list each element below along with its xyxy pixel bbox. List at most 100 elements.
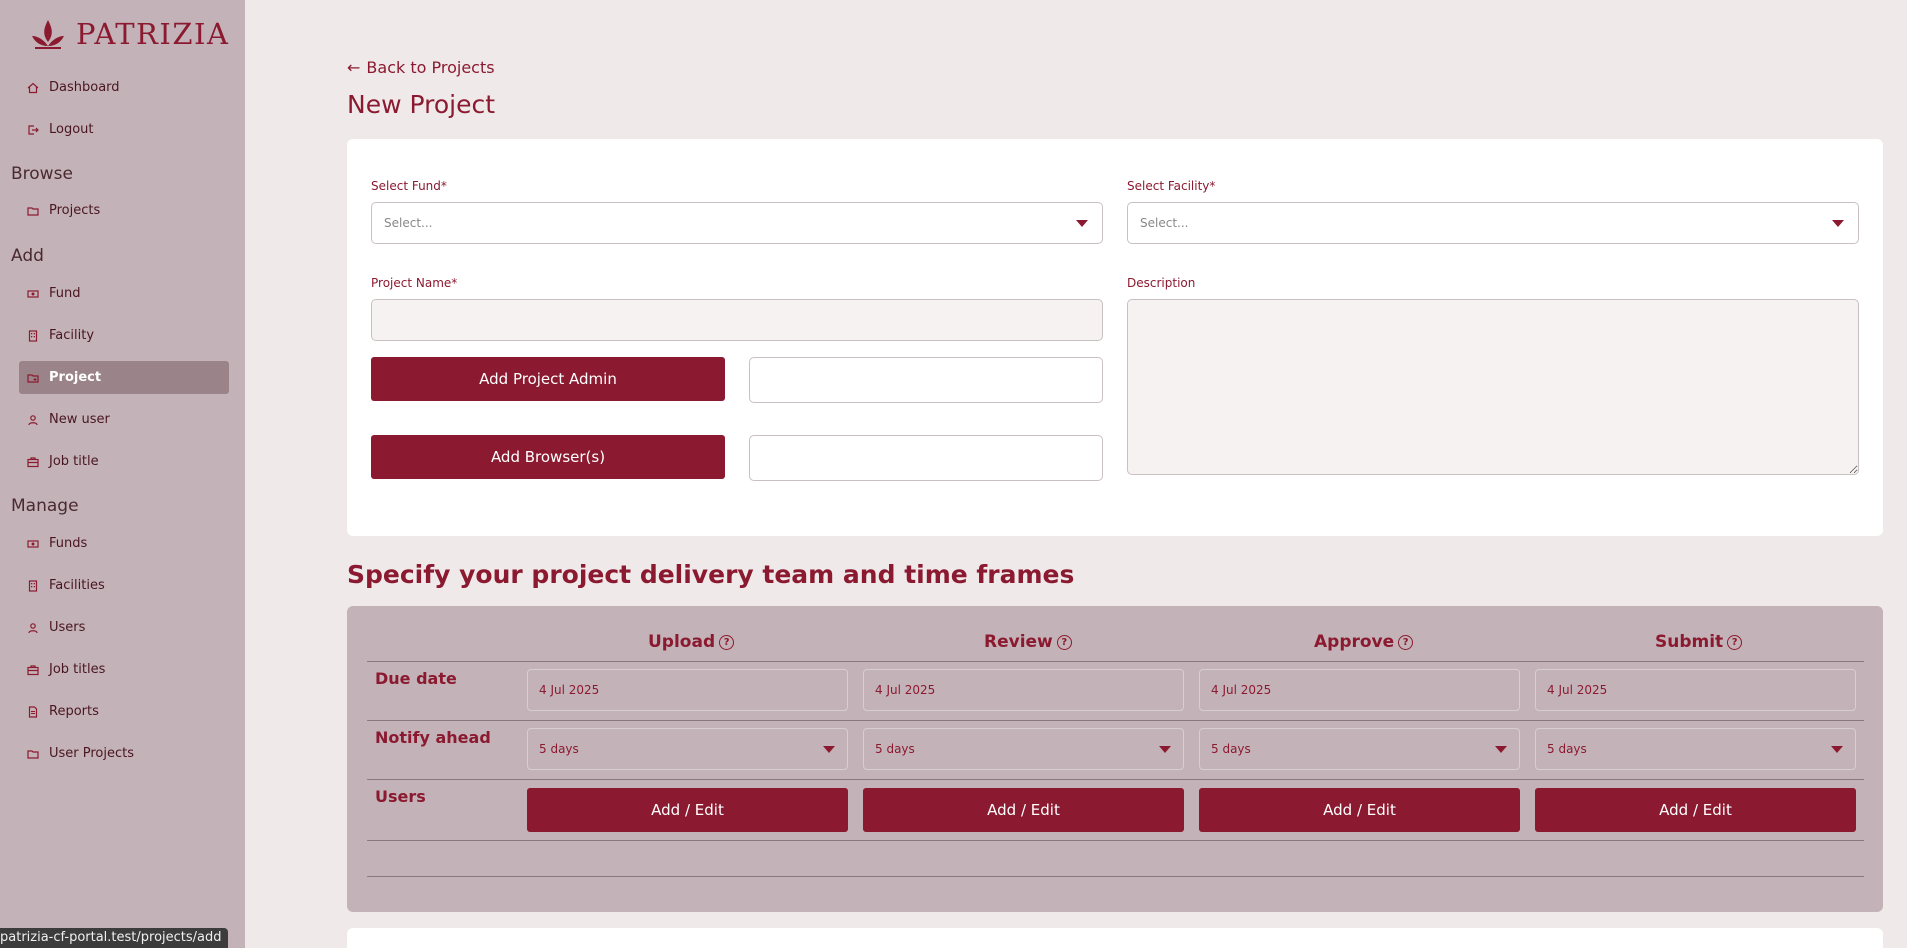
column-label: Submit bbox=[1655, 632, 1724, 652]
chevron-down-icon bbox=[823, 746, 835, 753]
browsers-input[interactable] bbox=[749, 435, 1103, 481]
briefcase-icon bbox=[27, 456, 39, 467]
help-icon[interactable]: ? bbox=[1056, 634, 1072, 650]
sidebar-item-funds[interactable]: Funds bbox=[19, 527, 229, 560]
back-to-projects-link[interactable]: ← Back to Projects bbox=[347, 58, 495, 77]
sidebar-item-facility[interactable]: Facility bbox=[19, 319, 229, 352]
sidebar-item-facilities[interactable]: Facilities bbox=[19, 569, 229, 602]
sidebar-item-users[interactable]: Users bbox=[19, 611, 229, 644]
folder-icon bbox=[27, 206, 39, 216]
submit-notify-select[interactable]: 5 days bbox=[1535, 728, 1856, 770]
home-icon bbox=[27, 82, 39, 93]
sidebar-item-label: Job titles bbox=[49, 662, 106, 677]
next-card bbox=[347, 928, 1883, 948]
add-browsers-button[interactable]: Add Browser(s) bbox=[371, 435, 725, 479]
project-admin-input[interactable] bbox=[749, 357, 1103, 403]
col-head-review: Review ? bbox=[984, 632, 1072, 652]
money-icon bbox=[27, 289, 39, 298]
chevron-down-icon bbox=[1831, 746, 1843, 753]
approve-due-date-input[interactable]: 4 Jul 2025 bbox=[1199, 669, 1520, 711]
chevron-down-icon bbox=[1832, 220, 1844, 227]
brand-name: PATRIZIA bbox=[76, 17, 230, 51]
sidebar-item-logout[interactable]: Logout bbox=[19, 113, 229, 146]
sidebar-item-label: New user bbox=[49, 412, 110, 427]
notify-ahead-label: Notify ahead bbox=[375, 728, 491, 747]
building-icon bbox=[28, 579, 38, 592]
upload-notify-select[interactable]: 5 days bbox=[527, 728, 848, 770]
sidebar-item-label: Facility bbox=[49, 328, 95, 343]
folder-plus-icon bbox=[27, 373, 39, 383]
facility-select-placeholder: Select... bbox=[1140, 216, 1189, 230]
delivery-team-panel: Upload ? Review ? Approve ? Submit ? Due… bbox=[347, 606, 1883, 912]
sidebar-item-label: Dashboard bbox=[49, 80, 120, 95]
folder-icon bbox=[27, 749, 39, 759]
chevron-down-icon bbox=[1076, 220, 1088, 227]
project-name-input[interactable] bbox=[371, 299, 1103, 341]
user-icon bbox=[28, 414, 38, 425]
help-icon[interactable]: ? bbox=[719, 634, 735, 650]
briefcase-icon bbox=[27, 664, 39, 675]
sidebar-item-projects[interactable]: Projects bbox=[19, 194, 229, 227]
sidebar-section-manage: Manage bbox=[11, 496, 79, 516]
notify-value: 5 days bbox=[539, 742, 579, 756]
column-label: Approve bbox=[1314, 632, 1395, 652]
add-project-admin-button[interactable]: Add Project Admin bbox=[371, 357, 725, 401]
sidebar-item-user-projects[interactable]: User Projects bbox=[19, 737, 229, 770]
sidebar-item-new-user[interactable]: New user bbox=[19, 403, 229, 436]
sidebar-item-label: Projects bbox=[49, 203, 101, 218]
document-icon bbox=[28, 705, 38, 718]
help-icon[interactable]: ? bbox=[1398, 634, 1414, 650]
sidebar-item-label: Project bbox=[49, 370, 102, 385]
chevron-down-icon bbox=[1495, 746, 1507, 753]
sidebar-section-add: Add bbox=[11, 246, 44, 266]
project-name-label: Project Name* bbox=[371, 276, 458, 290]
user-icon bbox=[28, 622, 38, 633]
description-textarea[interactable] bbox=[1127, 299, 1859, 475]
delivery-team-title: Specify your project delivery team and t… bbox=[347, 560, 1075, 589]
review-notify-select[interactable]: 5 days bbox=[863, 728, 1184, 770]
column-label: Upload bbox=[648, 632, 716, 652]
upload-users-button[interactable]: Add / Edit bbox=[527, 788, 848, 832]
sidebar-item-label: Logout bbox=[49, 122, 94, 137]
submit-due-date-input[interactable]: 4 Jul 2025 bbox=[1535, 669, 1856, 711]
approve-users-button[interactable]: Add / Edit bbox=[1199, 788, 1520, 832]
sidebar-item-job-title[interactable]: Job title bbox=[19, 445, 229, 478]
sidebar-item-label: Users bbox=[49, 620, 86, 635]
logout-icon bbox=[28, 124, 39, 135]
sidebar-item-fund[interactable]: Fund bbox=[19, 277, 229, 310]
page-title: New Project bbox=[347, 90, 496, 119]
sidebar-item-reports[interactable]: Reports bbox=[19, 695, 229, 728]
fund-select[interactable]: Select... bbox=[371, 202, 1103, 244]
upload-due-date-input[interactable]: 4 Jul 2025 bbox=[527, 669, 848, 711]
approve-notify-select[interactable]: 5 days bbox=[1199, 728, 1520, 770]
notify-value: 5 days bbox=[875, 742, 915, 756]
sidebar-section-browse: Browse bbox=[11, 164, 73, 184]
row-divider bbox=[367, 876, 1864, 877]
fund-select-placeholder: Select... bbox=[384, 216, 433, 230]
sidebar-item-label: Fund bbox=[49, 286, 81, 301]
patrizia-logo-icon bbox=[32, 20, 64, 49]
row-divider bbox=[367, 661, 1864, 662]
col-head-approve: Approve ? bbox=[1314, 632, 1414, 652]
sidebar-item-project[interactable]: Project bbox=[19, 361, 229, 394]
project-form-card: Select Fund* Select... Select Facility* … bbox=[347, 139, 1883, 536]
review-due-date-input[interactable]: 4 Jul 2025 bbox=[863, 669, 1184, 711]
col-head-submit: Submit ? bbox=[1655, 632, 1743, 652]
sidebar-item-label: Reports bbox=[49, 704, 99, 719]
back-link-label: Back to Projects bbox=[366, 58, 495, 77]
help-icon[interactable]: ? bbox=[1727, 634, 1743, 650]
status-bar-url: patrizia-cf-portal.test/projects/add bbox=[0, 928, 228, 948]
row-divider bbox=[367, 840, 1864, 841]
sidebar-item-dashboard[interactable]: Dashboard bbox=[19, 71, 229, 104]
description-label: Description bbox=[1127, 276, 1196, 290]
review-users-button[interactable]: Add / Edit bbox=[863, 788, 1184, 832]
users-label: Users bbox=[375, 787, 426, 806]
sidebar-item-job-titles[interactable]: Job titles bbox=[19, 653, 229, 686]
submit-users-button[interactable]: Add / Edit bbox=[1535, 788, 1856, 832]
building-icon bbox=[28, 329, 38, 342]
column-label: Review bbox=[984, 632, 1053, 652]
sidebar-item-label: Facilities bbox=[49, 578, 105, 593]
facility-select[interactable]: Select... bbox=[1127, 202, 1859, 244]
notify-value: 5 days bbox=[1547, 742, 1587, 756]
brand-logo[interactable]: PATRIZIA bbox=[30, 16, 229, 52]
